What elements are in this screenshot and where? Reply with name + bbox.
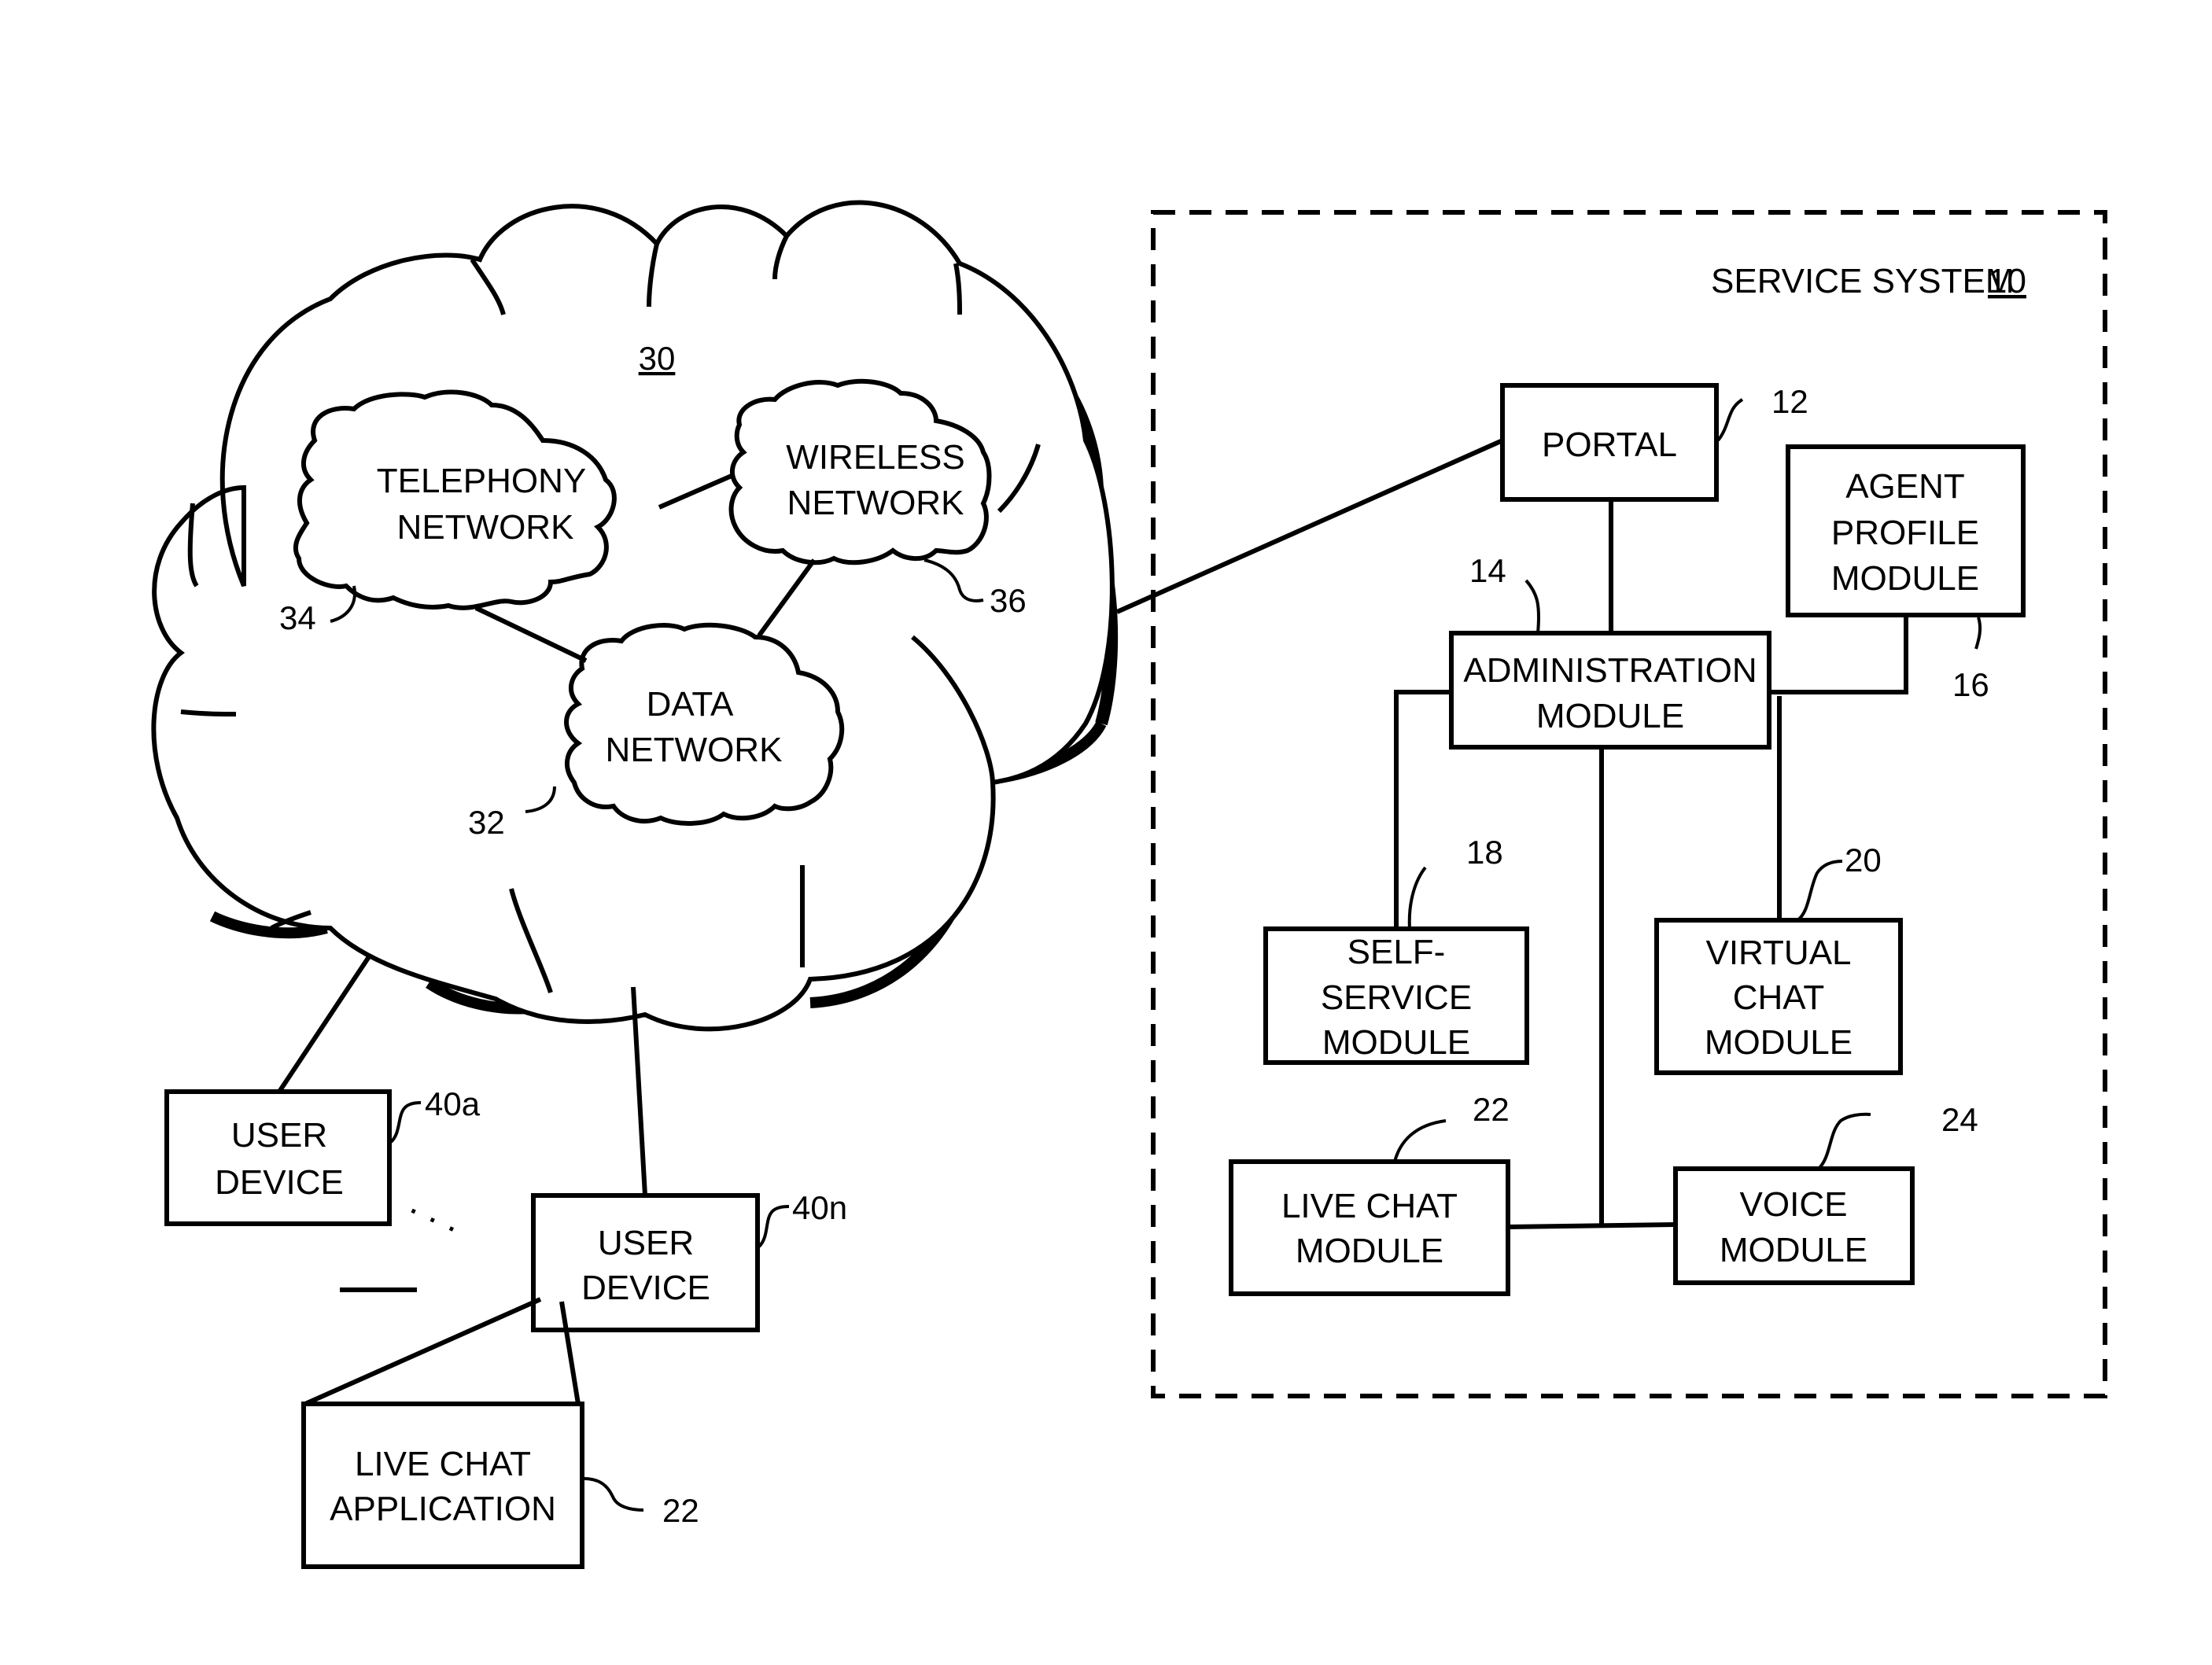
self-service-label-2: SERVICE xyxy=(1321,978,1472,1017)
agent-profile-ref: 16 xyxy=(1952,666,1989,703)
voice-ref: 24 xyxy=(1941,1101,1978,1138)
agent-profile-label-3: MODULE xyxy=(1831,559,1979,598)
expand-line-a xyxy=(304,1297,542,1406)
administration-label-2: MODULE xyxy=(1536,697,1684,735)
ref-24-leader xyxy=(1817,1112,1871,1170)
ref-16-leader xyxy=(1974,617,1982,650)
link-livechat-voice xyxy=(1507,1222,1676,1229)
virtual-chat-ref: 20 xyxy=(1845,842,1882,879)
network-ref-30: 30 xyxy=(639,340,676,377)
ref-22-module-leader xyxy=(1393,1119,1447,1162)
live-chat-app-label-1: LIVE CHAT xyxy=(355,1445,531,1483)
self-service-label-1: SELF- xyxy=(1347,933,1446,971)
telephony-network-label-2: NETWORK xyxy=(397,508,574,547)
voice-label-1: VOICE xyxy=(1740,1185,1848,1224)
user-device-a-label-1: USER xyxy=(231,1116,327,1155)
link-admin-agent-profile xyxy=(1769,615,1908,694)
telephony-network-ref: 34 xyxy=(279,599,316,636)
self-service-ref: 18 xyxy=(1466,834,1503,871)
link-network-device-a xyxy=(277,954,372,1093)
wireless-network-ref: 36 xyxy=(990,582,1027,619)
data-network-ref: 32 xyxy=(468,804,505,841)
agent-profile-label-2: PROFILE xyxy=(1831,514,1979,552)
telephony-network-label-1: TELEPHONY xyxy=(377,462,587,500)
virtual-chat-label-1: VIRTUAL xyxy=(1705,934,1851,972)
virtual-chat-label-2: CHAT xyxy=(1733,978,1825,1017)
live-chat-module-ref: 22 xyxy=(1473,1091,1510,1128)
ref-40a-leader xyxy=(389,1101,422,1144)
portal-ref: 12 xyxy=(1771,383,1808,420)
ref-12-leader xyxy=(1716,398,1744,442)
user-device-40a-box[interactable]: USER DEVICE xyxy=(164,1089,392,1226)
voice-module-box[interactable]: VOICE MODULE xyxy=(1673,1166,1915,1285)
user-device-a-label-2: DEVICE xyxy=(215,1163,344,1202)
self-service-label-3: MODULE xyxy=(1322,1023,1470,1062)
link-admin-self-service xyxy=(1394,690,1451,929)
ref-18-leader xyxy=(1407,866,1427,930)
wireless-network-label-1: WIRELESS xyxy=(786,438,964,477)
portal-label: PORTAL xyxy=(1542,425,1677,464)
user-device-n-label-1: USER xyxy=(598,1224,694,1262)
user-device-n-ref: 40n xyxy=(792,1189,847,1226)
user-device-a-ref: 40a xyxy=(425,1085,481,1122)
ref-14-leader xyxy=(1524,579,1541,634)
agent-profile-label-1: AGENT xyxy=(1845,467,1965,506)
device-ellipsis: . . . xyxy=(404,1181,470,1240)
live-chat-application-box[interactable]: LIVE CHAT APPLICATION xyxy=(301,1402,584,1569)
user-device-n-label-2: DEVICE xyxy=(581,1269,710,1307)
administration-ref: 14 xyxy=(1469,552,1506,589)
user-device-40n-box[interactable]: USER DEVICE xyxy=(531,1193,760,1332)
live-chat-module-label-2: MODULE xyxy=(1296,1232,1443,1270)
service-system-ref: 10 xyxy=(1988,262,2026,300)
administration-module-box[interactable]: ADMINISTRATION MODULE xyxy=(1449,631,1771,750)
administration-label-1: ADMINISTRATION xyxy=(1463,651,1757,690)
live-chat-module-box[interactable]: LIVE CHAT MODULE xyxy=(1229,1159,1510,1296)
service-system-title: SERVICE SYSTEM xyxy=(1711,262,2015,300)
self-service-module-box[interactable]: SELF- SERVICE MODULE xyxy=(1263,926,1529,1065)
system-diagram: 30 TELEPHONY NETWORK 34 WIRELESS NETWORK… xyxy=(151,200,2107,1569)
data-network-label-2: NETWORK xyxy=(606,731,783,769)
patent-figure: 30 TELEPHONY NETWORK 34 WIRELESS NETWORK… xyxy=(0,0,2212,1665)
virtual-chat-module-box[interactable]: VIRTUAL CHAT MODULE xyxy=(1654,918,1903,1075)
wireless-network-label-2: NETWORK xyxy=(787,484,964,522)
live-chat-app-label-2: APPLICATION xyxy=(330,1490,556,1528)
ref-40n-leader xyxy=(758,1205,790,1248)
virtual-chat-label-3: MODULE xyxy=(1705,1023,1853,1062)
live-chat-app-ref: 22 xyxy=(662,1492,699,1529)
live-chat-module-label-1: LIVE CHAT xyxy=(1281,1187,1458,1225)
portal-box[interactable]: PORTAL xyxy=(1500,383,1719,502)
agent-profile-module-box[interactable]: AGENT PROFILE MODULE xyxy=(1786,444,2026,617)
ref-22-app-leader xyxy=(583,1477,644,1512)
link-network-portal xyxy=(1115,438,1504,614)
data-network-label-1: DATA xyxy=(647,685,734,724)
ref-20-leader xyxy=(1796,860,1843,922)
voice-label-2: MODULE xyxy=(1720,1231,1867,1269)
